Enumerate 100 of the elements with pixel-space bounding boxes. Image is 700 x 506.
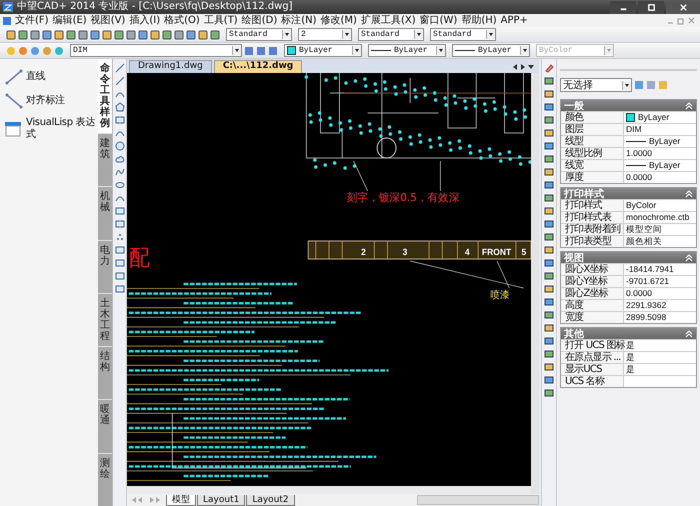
- menu-item[interactable]: 格式(O): [164, 14, 200, 26]
- collapse-icon[interactable]: [685, 190, 693, 198]
- horizontal-scrollbar[interactable]: [417, 495, 539, 505]
- color-dropdown[interactable]: ByLayer: [284, 44, 362, 57]
- property-value[interactable]: 2899.5098: [626, 312, 666, 323]
- menu-item[interactable]: 文件(F): [15, 14, 49, 26]
- vertical-scrollbar[interactable]: [531, 73, 539, 494]
- palette-tool[interactable]: VisualLisp 表达式: [26, 117, 96, 141]
- property-label: 打印表类型: [561, 236, 624, 247]
- section-header[interactable]: 打印样式: [561, 188, 696, 199]
- palette-tab[interactable]: 土木工程: [98, 294, 112, 346]
- property-label: 打开 UCS 图标: [561, 340, 624, 351]
- menu-item[interactable]: 工具(T): [204, 14, 238, 26]
- style-dropdown[interactable]: Standard: [226, 28, 292, 41]
- property-value[interactable]: -18414.7941: [626, 264, 674, 275]
- cloud-tool-icon[interactable]: [114, 154, 124, 164]
- property-value[interactable]: 是: [626, 364, 635, 375]
- palette-tab[interactable]: 命令工具样例: [98, 59, 112, 133]
- rect-tool-icon[interactable]: [114, 115, 124, 125]
- drawing-canvas[interactable]: 刻字，镀深0.5，有效深 配 2 3 4 FRONT 5 喷漆: [127, 73, 531, 486]
- section-header[interactable]: 一般: [561, 100, 696, 111]
- collapse-icon[interactable]: [685, 330, 693, 338]
- menu-item[interactable]: 插入(I): [129, 14, 160, 26]
- tab-scroll-icon[interactable]: [511, 63, 535, 71]
- polygon-tool-icon[interactable]: [114, 102, 124, 112]
- collapse-icon[interactable]: [685, 102, 693, 110]
- menu-item[interactable]: 视图(V): [90, 14, 126, 26]
- spline-tool-icon[interactable]: [114, 167, 124, 177]
- property-label: 显示UCS: [561, 364, 624, 375]
- property-value[interactable]: 是: [626, 340, 635, 351]
- property-value[interactable]: monochrome.ctb: [626, 212, 690, 223]
- property-label: 高度: [561, 300, 624, 311]
- strip-label: 3: [402, 246, 408, 258]
- maximize-button[interactable]: [638, 0, 664, 14]
- style-dropdown[interactable]: 2: [298, 28, 352, 41]
- menu-item[interactable]: 扩展工具(X): [360, 14, 416, 26]
- palette-tab[interactable]: 电力: [98, 240, 112, 293]
- palette-tab[interactable]: 暖通: [98, 400, 112, 453]
- collapse-icon[interactable]: [685, 254, 693, 262]
- color-swatch: [626, 113, 635, 122]
- layout-tab[interactable]: Layout2: [246, 494, 295, 506]
- section-header[interactable]: 视图: [561, 252, 696, 263]
- line-icon: [4, 69, 24, 85]
- palette-tab[interactable]: 测绘: [98, 454, 112, 506]
- menu-item[interactable]: 帮助(H): [461, 14, 497, 26]
- caret-icon: [352, 46, 361, 55]
- property-value[interactable]: 2291.9362: [626, 300, 666, 311]
- section-header[interactable]: 其他: [561, 328, 696, 339]
- property-value[interactable]: ByLayer: [649, 160, 680, 171]
- property-value[interactable]: -9701.6721: [626, 276, 670, 287]
- style-dropdown[interactable]: Standard: [358, 28, 424, 41]
- property-value[interactable]: 0.0000: [626, 288, 652, 299]
- minimize-button[interactable]: [610, 0, 636, 14]
- dots-tool-icon[interactable]: [114, 232, 124, 242]
- menu-item[interactable]: 绘图(D): [242, 14, 278, 26]
- ellipse-tool-icon[interactable]: [114, 180, 124, 190]
- style-dropdown[interactable]: Standard: [430, 28, 496, 41]
- selection-dropdown[interactable]: 无选择: [560, 78, 632, 92]
- property-label: 宽度: [561, 312, 624, 323]
- property-value[interactable]: 0.0000: [626, 172, 652, 183]
- caret-icon: [282, 30, 291, 39]
- dimension-icon: [4, 93, 24, 109]
- linetype-sample: [626, 141, 646, 142]
- eraser-icon[interactable]: [544, 63, 554, 73]
- caret-icon: [520, 46, 529, 55]
- palette-tab[interactable]: 结构: [98, 347, 112, 400]
- property-value[interactable]: ByLayer: [638, 112, 670, 123]
- app-icon: [3, 16, 11, 24]
- menu-item[interactable]: 编辑(E): [52, 14, 87, 26]
- property-label: UCS 名称: [561, 376, 624, 387]
- caret-icon: [436, 46, 445, 55]
- property-label: 圆心Z坐标: [561, 288, 624, 299]
- menu-item[interactable]: 窗口(W): [420, 14, 458, 26]
- palette-tool[interactable]: 直线: [26, 71, 46, 83]
- palette-tab[interactable]: 机械: [98, 187, 112, 240]
- document-tab[interactable]: C:\...\112.dwg: [214, 60, 302, 73]
- menu-item[interactable]: 修改(M): [320, 14, 357, 26]
- property-value[interactable]: ByColor: [626, 200, 656, 211]
- linetype-sample: [626, 165, 646, 166]
- menu-item[interactable]: 标注(N): [281, 14, 317, 26]
- lineweight-dropdown[interactable]: ByLayer: [452, 44, 530, 57]
- property-value[interactable]: DIM: [626, 124, 642, 135]
- property-value[interactable]: 模型空间: [626, 224, 662, 235]
- caret-icon: [414, 30, 423, 39]
- menu-item[interactable]: APP+: [500, 14, 528, 26]
- paint-note: 喷漆: [490, 290, 510, 302]
- layout-tab[interactable]: Layout1: [197, 494, 246, 506]
- linetype-dropdown[interactable]: ByLayer: [368, 44, 446, 57]
- close-button[interactable]: [666, 0, 700, 14]
- circle-tool-icon[interactable]: [114, 141, 124, 151]
- palette-tab[interactable]: 建筑: [98, 134, 112, 186]
- layout-tab[interactable]: 模型: [166, 494, 196, 506]
- property-value[interactable]: 颜色相关: [626, 236, 662, 247]
- palette-tool[interactable]: 对齐标注: [26, 95, 65, 107]
- property-value[interactable]: 是: [626, 352, 635, 363]
- document-tab[interactable]: Drawing1.dwg: [129, 60, 212, 73]
- layer-dropdown[interactable]: DIM: [70, 44, 242, 57]
- property-label: 线型: [561, 136, 624, 147]
- property-value[interactable]: ByLayer: [649, 136, 680, 147]
- property-value[interactable]: 1.0000: [626, 148, 652, 159]
